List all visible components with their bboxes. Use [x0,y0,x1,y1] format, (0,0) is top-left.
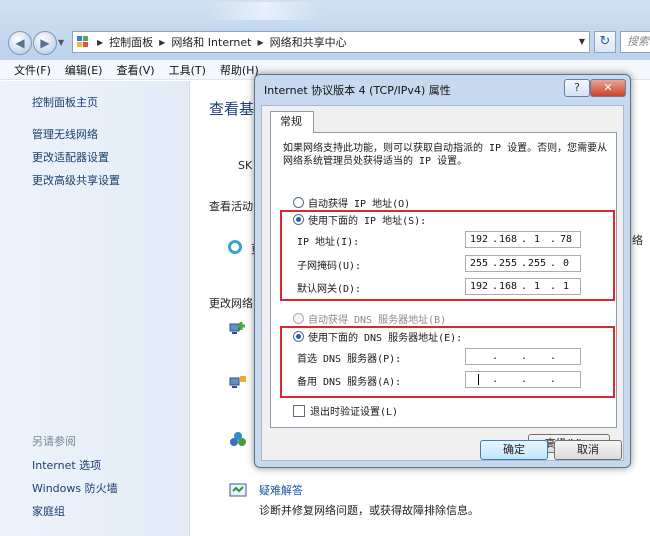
dialog-body: 常规 如果网络支持此功能，则可以获取自动指派的 IP 设置。否则，您需要从网络系… [261,105,624,461]
recent-pages-dropdown-icon[interactable]: ▼ [58,38,64,47]
menu-file[interactable]: 文件(F) [0,62,58,78]
auto-dns-radio[interactable] [293,313,304,324]
refresh-icon: ↻ [599,34,611,49]
address-history-dropdown-icon[interactable]: ▼ [579,37,585,46]
validate-on-exit-label: 退出时验证设置(L) [310,407,399,418]
validate-on-exit-checkbox[interactable] [293,404,305,417]
network-type-fragment: 络 [632,234,643,247]
sidebar-internet-options[interactable]: Internet 选项 [32,457,101,473]
dialup-connection-icon[interactable] [229,373,247,391]
blurred-window-title [205,2,325,20]
troubleshoot-icon[interactable] [229,482,247,500]
cancel-button[interactable]: 取消 [554,440,622,460]
general-tab-panel: 如果网络支持此功能，则可以获取自动指派的 IP 设置。否则，您需要从网络系统管理… [270,132,617,428]
ok-button[interactable]: 确定 [480,440,548,460]
breadcrumb-chevron-icon: ▶ [97,37,104,47]
network-connection-icon[interactable] [229,320,247,338]
menu-tools[interactable]: 工具(T) [162,62,213,78]
view-active-networks-label: 查看活动 [209,200,253,213]
sidebar-homegroup[interactable]: 家庭组 [32,503,65,519]
breadcrumb-network-internet[interactable]: 网络和 Internet [171,34,251,50]
sidebar-windows-firewall[interactable]: Windows 防火墙 [32,480,118,496]
search-input[interactable]: 搜索 [620,31,650,53]
refresh-button[interactable]: ↻ [594,31,616,53]
forward-button[interactable]: ▶ [33,31,57,55]
tab-general[interactable]: 常规 [270,111,314,133]
homegroup-icon[interactable] [229,430,247,448]
back-arrow-icon: ◀ [15,36,25,50]
sidebar: 控制面板主页 管理无线网络 更改适配器设置 更改高级共享设置 另请参阅 Inte… [0,81,190,536]
sidebar-manage-wireless[interactable]: 管理无线网络 [32,126,98,142]
dns-settings-highlight [280,326,615,398]
breadcrumb-chevron-icon: ▶ [257,37,264,47]
auto-ip-option[interactable]: 自动获得 IP 地址(O) [293,195,410,210]
auto-ip-radio[interactable] [293,197,304,208]
breadcrumb-chevron-icon: ▶ [159,37,166,47]
sidebar-advanced-sharing[interactable]: 更改高级共享设置 [32,172,120,188]
help-button[interactable]: ? [564,79,590,97]
navigation-bar: ◀ ▶ ▼ ▶ 控制面板 ▶ 网络和 Internet ▶ 网络和共享中心 ▼ … [0,0,650,60]
menu-edit[interactable]: 编辑(E) [58,62,110,78]
change-network-settings-label: 更改网络 [209,297,253,310]
breadcrumb-network-sharing-center[interactable]: 网络和共享中心 [270,34,347,50]
auto-ip-label: 自动获得 IP 地址(O) [308,199,411,210]
address-bar[interactable]: ▶ 控制面板 ▶ 网络和 Internet ▶ 网络和共享中心 ▼ [72,31,590,53]
network-status-icon [228,240,242,254]
forward-arrow-icon: ▶ [40,36,50,50]
sidebar-control-panel-home[interactable]: 控制面板主页 [32,94,98,110]
validate-on-exit-option[interactable]: 退出时验证设置(L) [293,403,398,418]
ipv4-properties-dialog: Internet 协议版本 4 (TCP/IPv4) 属性 ? ✕ 常规 如果网… [254,74,631,468]
sidebar-see-also-header: 另请参阅 [32,435,76,448]
auto-dns-option[interactable]: 自动获得 DNS 服务器地址(B) [293,311,446,326]
back-button[interactable]: ◀ [8,31,32,55]
ip-settings-highlight [280,210,615,301]
sidebar-change-adapter[interactable]: 更改适配器设置 [32,149,109,165]
breadcrumb-control-panel[interactable]: 控制面板 [109,34,153,50]
dialog-title: Internet 协议版本 4 (TCP/IPv4) 属性 [264,84,451,97]
menu-view[interactable]: 查看(V) [109,62,161,78]
troubleshoot-link[interactable]: 疑难解答 [259,482,303,498]
network-name: SK [238,159,253,172]
ip-settings-description: 如果网络支持此功能，则可以获取自动指派的 IP 设置。否则，您需要从网络系统管理… [283,143,608,167]
auto-dns-label: 自动获得 DNS 服务器地址(B) [308,315,447,326]
page-title: 查看基 [209,100,255,118]
troubleshoot-description: 诊断并修复网络问题，或获得故障排除信息。 [259,504,479,517]
close-button[interactable]: ✕ [590,79,626,97]
control-panel-icon [77,36,91,48]
